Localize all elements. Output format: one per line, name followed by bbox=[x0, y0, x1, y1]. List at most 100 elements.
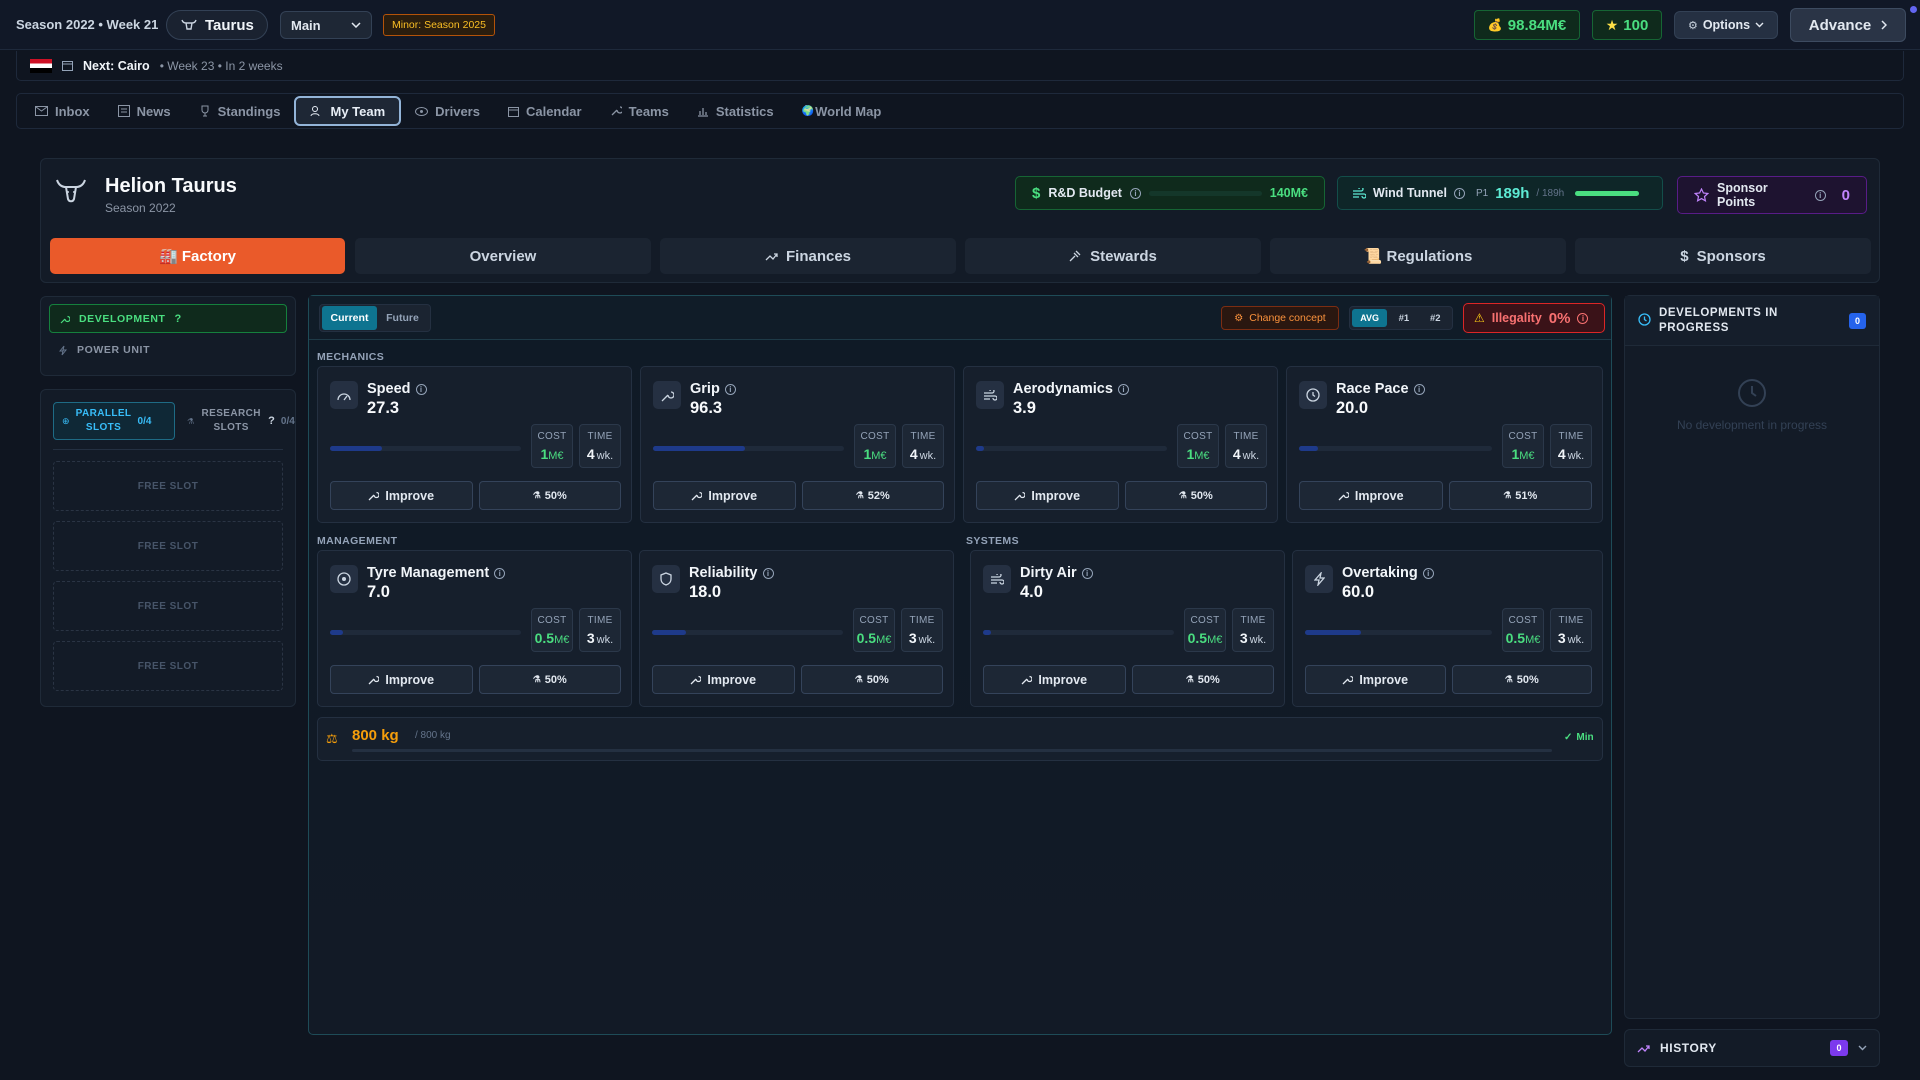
parallel-slots-tab[interactable]: ⊕ PARALLEL SLOTS 0/4 bbox=[53, 402, 175, 440]
section-systems: SYSTEMS bbox=[966, 535, 1019, 547]
tab-stewards[interactable]: Stewards bbox=[965, 238, 1261, 274]
nav-label: Drivers bbox=[435, 103, 480, 119]
research-slots-tab[interactable]: ⚗ RESEARCH SLOTS ? 0/4 bbox=[187, 402, 295, 440]
advance-button[interactable]: Advance bbox=[1790, 8, 1906, 42]
category-development-label: DEVELOPMENT bbox=[79, 312, 166, 325]
tab-future[interactable]: Future bbox=[377, 306, 428, 330]
slots-panel: ⊕ PARALLEL SLOTS 0/4 ⚗ RESEARCH SLOTS ? … bbox=[40, 389, 296, 707]
toggle-avg[interactable]: AVG bbox=[1352, 309, 1388, 327]
wrench-icon bbox=[691, 490, 703, 501]
help-icon[interactable]: ? bbox=[175, 313, 182, 325]
weight-value: 800 kg bbox=[352, 727, 399, 744]
cost-box: COST 1M€ bbox=[531, 424, 573, 468]
info-icon[interactable]: i bbox=[415, 383, 427, 395]
advance-label: Advance bbox=[1808, 16, 1872, 34]
change-concept-label: Change concept bbox=[1249, 312, 1326, 324]
change-concept-button[interactable]: ⚙ Change concept bbox=[1221, 306, 1339, 330]
time-value: 4 bbox=[909, 446, 918, 462]
history-bar[interactable]: HISTORY 0 bbox=[1624, 1029, 1880, 1067]
improve-button[interactable]: Improve bbox=[1305, 665, 1446, 694]
improve-button[interactable]: Improve bbox=[652, 665, 795, 694]
team-switcher[interactable]: Taurus bbox=[166, 10, 268, 40]
nav-world-map[interactable]: 🌍 World Map bbox=[788, 96, 896, 126]
info-icon[interactable]: i bbox=[724, 383, 736, 395]
time-label: TIME bbox=[1233, 431, 1259, 442]
toggle-driver-2[interactable]: #2 bbox=[1421, 309, 1450, 327]
tab-current[interactable]: Current bbox=[322, 306, 377, 330]
improve-label: Improve bbox=[1359, 672, 1409, 687]
success-chance-button[interactable]: ⚗ 50% bbox=[478, 481, 621, 510]
nav-calendar[interactable]: Calendar bbox=[494, 96, 596, 126]
tab-finances[interactable]: Finances bbox=[660, 238, 956, 274]
flask-icon: ⚗ bbox=[854, 674, 863, 684]
free-slot[interactable]: FREE SLOT bbox=[53, 581, 283, 631]
info-icon[interactable]: i bbox=[1129, 187, 1141, 199]
info-icon[interactable]: i bbox=[1814, 189, 1826, 201]
toggle-driver-1[interactable]: #1 bbox=[1389, 309, 1418, 327]
improve-button[interactable]: Improve bbox=[1299, 481, 1443, 510]
tab-sponsors[interactable]: $ Sponsors bbox=[1575, 238, 1871, 274]
improve-button[interactable]: Improve bbox=[976, 481, 1119, 510]
improve-button[interactable]: Improve bbox=[983, 665, 1126, 694]
tab-regulations[interactable]: 📜 Regulations bbox=[1270, 238, 1566, 274]
shield-icon bbox=[652, 565, 680, 593]
success-chance-button[interactable]: ⚗ 50% bbox=[478, 665, 621, 694]
mode-select[interactable]: Main bbox=[280, 11, 372, 39]
free-slot[interactable]: FREE SLOT bbox=[53, 521, 283, 571]
nav-my-team[interactable]: My Team bbox=[294, 96, 402, 126]
info-icon[interactable]: i bbox=[1577, 312, 1589, 324]
stat-name-row: Race Pace i bbox=[1336, 381, 1425, 397]
newspaper-icon bbox=[117, 105, 130, 117]
nav-news[interactable]: News bbox=[104, 96, 185, 126]
stat-progress-fill bbox=[1299, 446, 1318, 451]
info-icon[interactable]: i bbox=[762, 567, 774, 579]
gauge-icon bbox=[330, 381, 358, 409]
success-chance-button[interactable]: ⚗ 50% bbox=[1451, 665, 1592, 694]
nav-inbox[interactable]: Inbox bbox=[21, 96, 104, 126]
free-slot[interactable]: FREE SLOT bbox=[53, 641, 283, 691]
improve-button[interactable]: Improve bbox=[653, 481, 796, 510]
free-slot[interactable]: FREE SLOT bbox=[53, 461, 283, 511]
sponsor-points-label: Sponsor Points bbox=[1717, 181, 1768, 209]
success-chance-value: 50% bbox=[1516, 673, 1539, 686]
time-label: TIME bbox=[910, 431, 936, 442]
bar-chart-icon bbox=[697, 106, 709, 117]
nav-standings[interactable]: Standings bbox=[185, 96, 295, 126]
info-icon[interactable]: i bbox=[1422, 567, 1434, 579]
nav-statistics[interactable]: Statistics bbox=[683, 96, 788, 126]
stat-progress-bar bbox=[652, 630, 843, 635]
stat-progress-bar bbox=[983, 630, 1174, 635]
nav-teams[interactable]: Teams bbox=[596, 96, 683, 126]
improve-button[interactable]: Improve bbox=[330, 665, 473, 694]
success-chance-button[interactable]: ⚗ 50% bbox=[1124, 481, 1267, 510]
nav-drivers[interactable]: Drivers bbox=[401, 96, 494, 126]
success-chance-button[interactable]: ⚗ 50% bbox=[1131, 665, 1274, 694]
info-icon[interactable]: i bbox=[1453, 187, 1465, 199]
help-icon[interactable]: ? bbox=[268, 415, 275, 427]
success-chance-button[interactable]: ⚗ 52% bbox=[801, 481, 944, 510]
stat-value: 60.0 bbox=[1342, 583, 1375, 601]
stat-name-row: Aerodynamics i bbox=[1013, 381, 1129, 397]
flask-icon: ⚗ bbox=[532, 674, 541, 684]
stat-name-row: Speed i bbox=[367, 381, 427, 397]
info-icon[interactable]: i bbox=[1413, 383, 1425, 395]
wind-icon bbox=[983, 565, 1011, 593]
category-power-unit[interactable]: POWER UNIT bbox=[59, 344, 150, 356]
info-icon[interactable]: i bbox=[1117, 383, 1129, 395]
info-icon[interactable]: i bbox=[494, 567, 506, 579]
wrench-icon bbox=[368, 674, 380, 685]
improve-button[interactable]: Improve bbox=[330, 481, 473, 510]
stat-progress-bar bbox=[653, 446, 844, 451]
weight-bar bbox=[352, 749, 1552, 752]
info-icon[interactable]: i bbox=[1081, 567, 1093, 579]
success-chance-button[interactable]: ⚗ 50% bbox=[800, 665, 943, 694]
tab-overview[interactable]: Overview bbox=[355, 238, 651, 274]
success-chance-button[interactable]: ⚗ 51% bbox=[1448, 481, 1592, 510]
wrench-icon bbox=[1021, 674, 1033, 685]
flask-icon: ⚗ bbox=[532, 490, 541, 500]
options-button[interactable]: ⚙ Options bbox=[1674, 11, 1778, 39]
stat-progress-fill bbox=[330, 446, 382, 451]
time-value: 3 bbox=[1239, 630, 1248, 646]
category-development[interactable]: DEVELOPMENT ? bbox=[49, 304, 287, 333]
tab-factory[interactable]: 🏭 Factory bbox=[50, 238, 345, 274]
